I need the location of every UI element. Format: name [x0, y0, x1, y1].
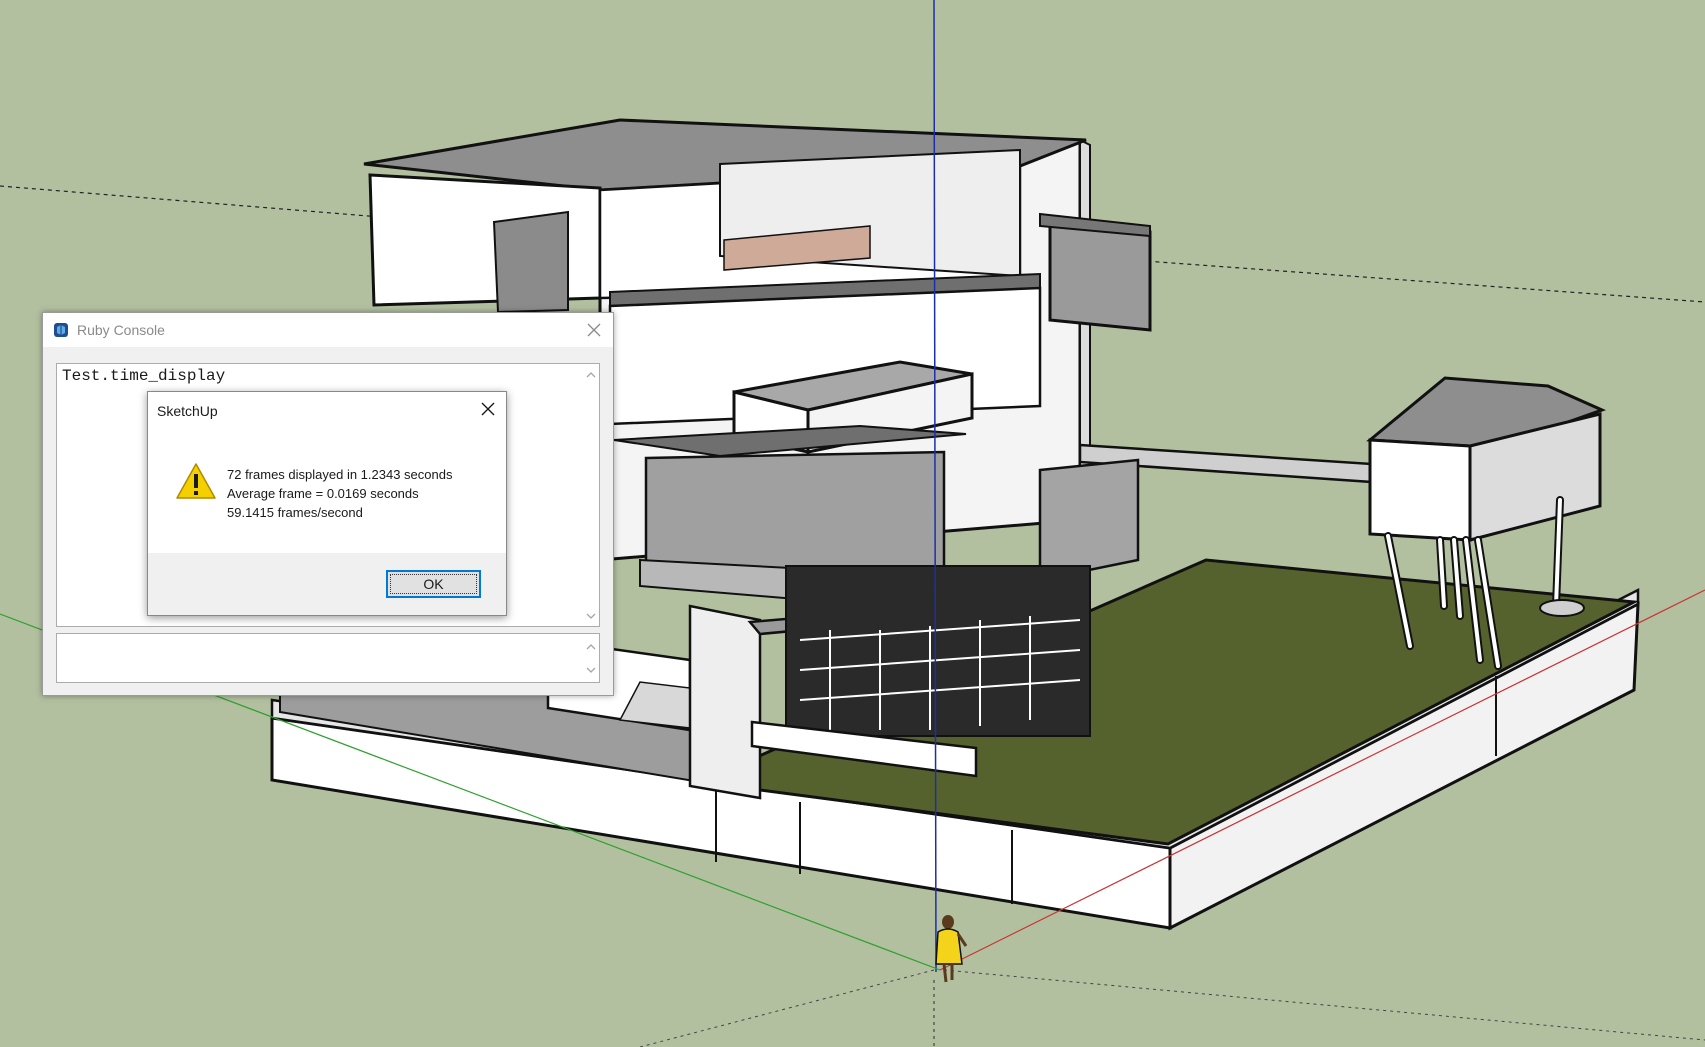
input-scrollbar[interactable]: [582, 634, 599, 682]
first-floor-side-glass: [1038, 458, 1140, 582]
message-line: Average frame = 0.0169 seconds: [227, 486, 419, 501]
message-box-titlebar[interactable]: SketchUp: [148, 392, 506, 426]
ok-button[interactable]: OK: [386, 570, 481, 598]
close-icon[interactable]: [476, 397, 500, 421]
screen-panel: [785, 565, 1091, 737]
warning-icon: [175, 462, 217, 500]
ruby-console-title: Ruby Console: [77, 322, 165, 338]
message-box-title: SketchUp: [157, 403, 218, 419]
scroll-up-icon[interactable]: [582, 366, 599, 383]
sketchup-icon: [53, 322, 69, 338]
scroll-up-icon[interactable]: [582, 638, 599, 655]
scroll-down-icon[interactable]: [582, 661, 599, 678]
scale-figure: [935, 915, 968, 983]
output-scrollbar[interactable]: [582, 364, 599, 626]
top-floor-right-glass: [1048, 218, 1152, 332]
core-wall: [688, 604, 762, 800]
scroll-down-icon[interactable]: [582, 607, 599, 624]
ruby-console-input[interactable]: [56, 633, 600, 683]
message-line: 59.1415 frames/second: [227, 505, 363, 520]
sketchup-message-box: SketchUp 72 frames displayed in 1.2343 s…: [147, 391, 507, 616]
message-box-text: 72 frames displayed in 1.2343 seconds Av…: [227, 465, 452, 522]
top-floor-glass: [492, 210, 569, 314]
ruby-console-output-text: Test.time_display: [62, 367, 226, 385]
first-floor-glass-box: [644, 450, 946, 576]
axis-origin-dotted-b: [639, 969, 935, 1047]
close-icon[interactable]: [583, 319, 605, 341]
ruby-console-titlebar[interactable]: Ruby Console: [43, 313, 613, 347]
pavilion-front: [1368, 438, 1472, 542]
axis-origin-dotted-a: [943, 969, 1705, 1041]
message-line: 72 frames displayed in 1.2343 seconds: [227, 467, 453, 482]
pavilion-skylight-disc: [1539, 599, 1585, 617]
